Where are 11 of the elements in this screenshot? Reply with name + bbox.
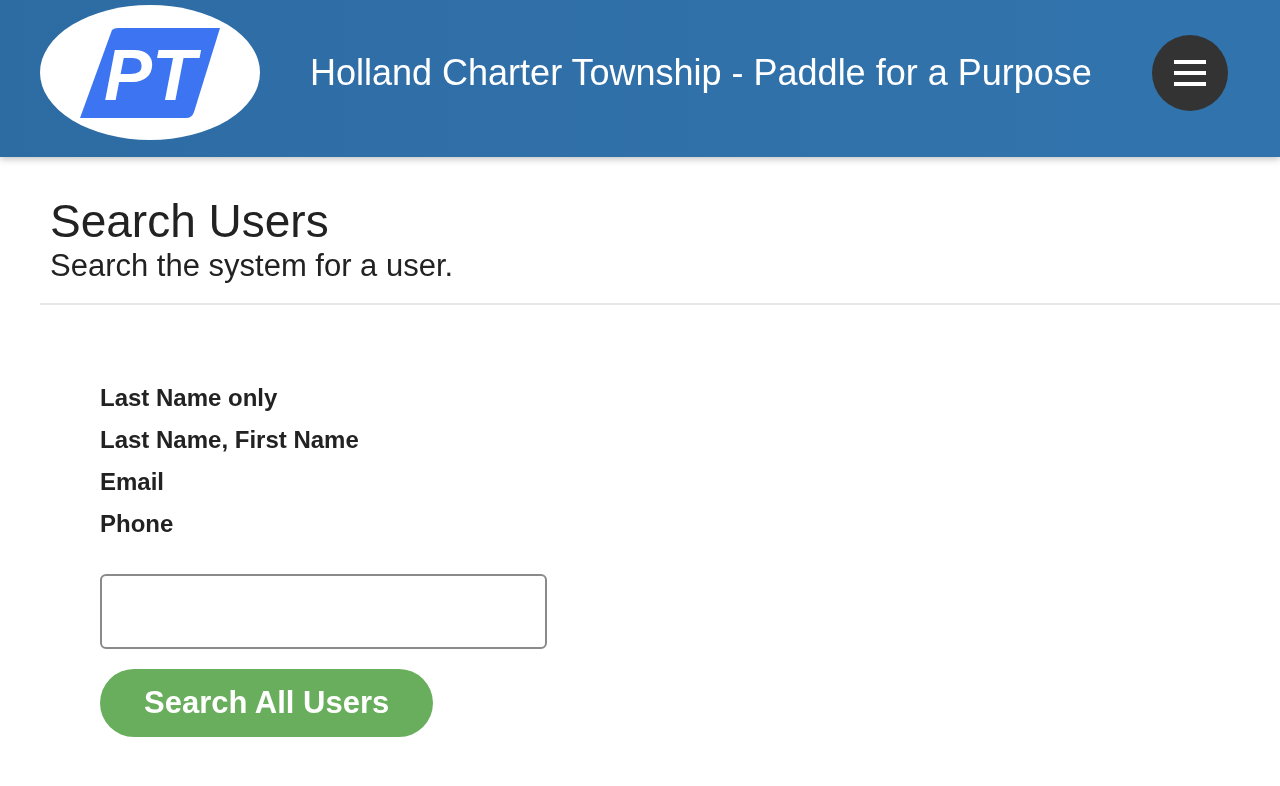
- page-title: Search Users: [50, 195, 329, 247]
- menu-icon: [1174, 59, 1206, 86]
- search-hint: Email: [100, 467, 165, 497]
- page-subtitle: Search the system for a user.: [50, 247, 454, 285]
- logo: PT: [40, 5, 260, 140]
- search-field[interactable]: [100, 574, 547, 649]
- search-hint: Last Name, First Name: [100, 425, 359, 455]
- site-title: Holland Charter Township - Paddle for a Purpose: [310, 51, 1092, 94]
- search-hint: Last Name only: [100, 383, 278, 413]
- search-button[interactable]: Search All Users: [100, 669, 434, 737]
- search-hint: Phone: [100, 509, 174, 539]
